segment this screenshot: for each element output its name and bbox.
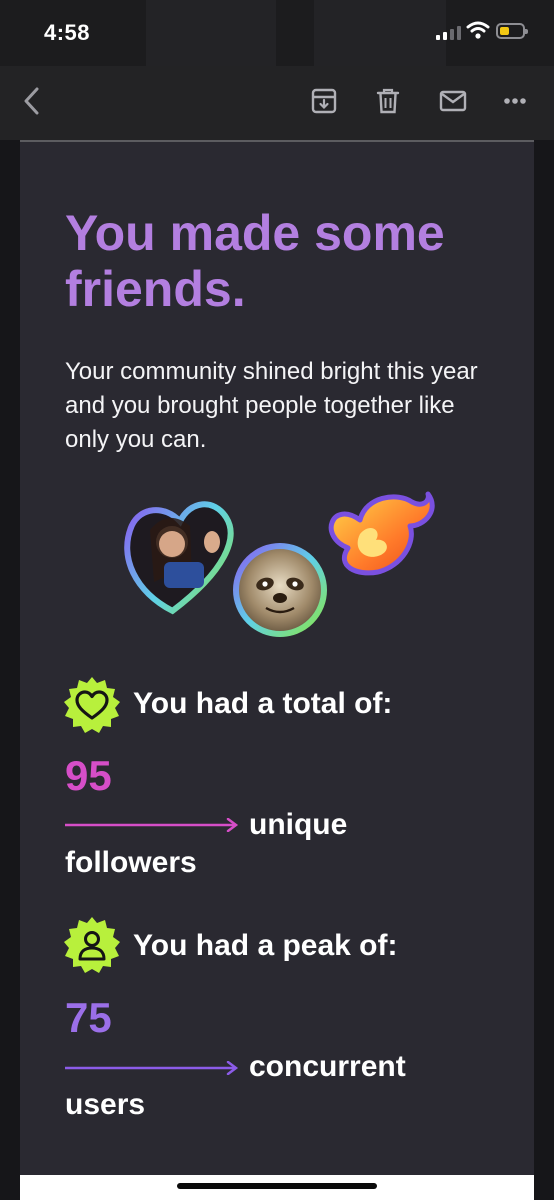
battery-icon bbox=[496, 23, 528, 39]
email-toolbar bbox=[0, 66, 554, 140]
stat-peak-unit: concurrent users bbox=[65, 1050, 406, 1121]
archive-icon[interactable] bbox=[310, 87, 338, 115]
mail-icon[interactable] bbox=[438, 87, 468, 115]
user-badge-icon bbox=[64, 917, 120, 973]
stat-peak-label: You had a peak of: bbox=[133, 929, 398, 962]
friends-stickers bbox=[124, 491, 435, 637]
background-thumbnail bbox=[314, 0, 446, 66]
background-thumbnail bbox=[146, 0, 276, 66]
stat-peak-value: 75 bbox=[65, 994, 112, 1041]
trash-icon[interactable] bbox=[375, 87, 401, 115]
more-icon[interactable] bbox=[502, 87, 528, 115]
stat-total-unit: unique followers bbox=[65, 808, 348, 879]
intro-paragraph: Your community shined bright this year a… bbox=[65, 358, 478, 453]
status-time: 4:58 bbox=[44, 20, 91, 45]
wifi-icon bbox=[466, 21, 490, 39]
chevron-left-icon[interactable] bbox=[20, 87, 44, 115]
stat-total-label: You had a total of: bbox=[133, 687, 393, 720]
flame-sticker bbox=[328, 491, 435, 576]
home-indicator[interactable] bbox=[177, 1183, 377, 1189]
cellular-signal-icon bbox=[436, 26, 461, 40]
stat-total-value: 95 bbox=[65, 752, 112, 799]
sloth-sticker bbox=[233, 543, 327, 637]
heart-photo-sticker bbox=[124, 501, 234, 615]
headline: You made some friends. bbox=[65, 205, 445, 317]
heart-badge-icon bbox=[64, 677, 120, 733]
status-bar: 4:58 bbox=[0, 0, 554, 66]
